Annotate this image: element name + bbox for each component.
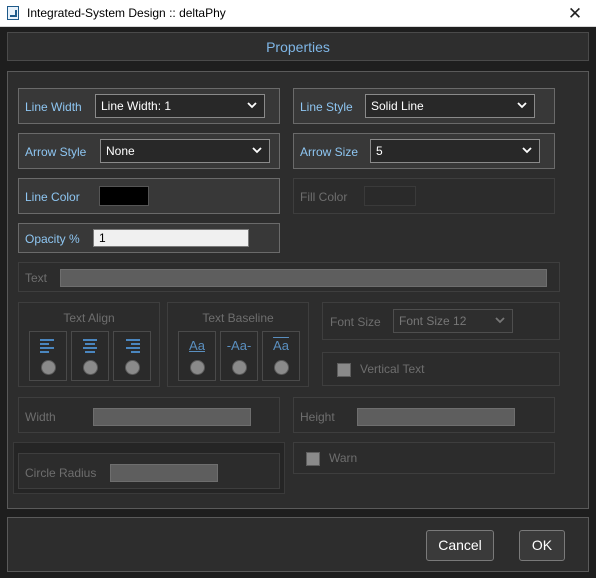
height-group: Height xyxy=(293,397,555,433)
properties-panel: Line Width Line Width: 1 Line Style Soli… xyxy=(7,71,589,509)
font-size-group: Font Size Font Size 12 xyxy=(322,302,560,340)
line-color-group: Line Color xyxy=(18,178,280,214)
height-input xyxy=(357,408,515,426)
arrow-size-group: Arrow Size 5 xyxy=(293,133,555,169)
text-input xyxy=(60,269,547,287)
page-title: Properties xyxy=(266,39,330,55)
text-baseline-group: Text Baseline Aa -Aa- Aa xyxy=(167,302,309,387)
baseline-middle-icon: -Aa- xyxy=(226,338,252,353)
width-input xyxy=(93,408,251,426)
fill-color-swatch xyxy=(364,186,416,206)
text-align-group: Text Align xyxy=(18,302,160,387)
font-size-label: Font Size xyxy=(330,315,381,329)
ok-button[interactable]: OK xyxy=(519,530,565,561)
cancel-button[interactable]: Cancel xyxy=(426,530,494,561)
align-center-radio xyxy=(83,360,98,375)
baseline-bottom-icon: Aa xyxy=(189,338,205,353)
circle-radius-outer: Circle Radius xyxy=(13,442,285,494)
window-title: Integrated-System Design :: deltaPhy xyxy=(27,6,226,20)
line-style-select[interactable]: Solid Line xyxy=(365,94,535,118)
app-icon xyxy=(7,6,19,20)
text-label: Text xyxy=(25,271,48,285)
baseline-middle-option: -Aa- xyxy=(220,331,258,381)
baseline-top-radio xyxy=(274,360,289,375)
align-left-icon xyxy=(40,339,54,353)
text-align-title: Text Align xyxy=(63,311,115,325)
arrow-size-label: Arrow Size xyxy=(300,145,359,159)
arrow-size-value: 5 xyxy=(376,144,383,158)
arrow-style-label: Arrow Style xyxy=(25,145,87,159)
align-left-option xyxy=(29,331,67,381)
arrow-style-value: None xyxy=(106,144,135,158)
close-icon[interactable]: ✕ xyxy=(554,0,596,27)
arrow-style-select[interactable]: None xyxy=(100,139,270,163)
line-style-value: Solid Line xyxy=(371,99,424,113)
circle-radius-label: Circle Radius xyxy=(25,466,97,480)
line-color-label: Line Color xyxy=(25,190,80,204)
warn-label: Warn xyxy=(329,451,358,465)
align-center-option xyxy=(71,331,109,381)
chevron-down-icon xyxy=(247,102,257,109)
vertical-text-label: Vertical Text xyxy=(360,362,425,376)
opacity-group: Opacity % 1 xyxy=(18,223,280,253)
circle-radius-group: Circle Radius xyxy=(18,453,280,489)
fill-color-label: Fill Color xyxy=(300,190,348,204)
chevron-down-icon xyxy=(517,102,527,109)
chevron-down-icon xyxy=(522,147,532,154)
fill-color-group: Fill Color xyxy=(293,178,555,214)
align-right-radio xyxy=(125,360,140,375)
line-style-label: Line Style xyxy=(300,100,353,114)
opacity-label: Opacity % xyxy=(25,232,80,246)
baseline-bottom-option: Aa xyxy=(178,331,216,381)
line-width-label: Line Width xyxy=(25,100,82,114)
dialog-footer: Cancel OK xyxy=(7,517,589,572)
height-label: Height xyxy=(300,410,335,424)
vertical-text-checkbox xyxy=(337,363,351,377)
arrow-size-select[interactable]: 5 xyxy=(370,139,540,163)
text-baseline-title: Text Baseline xyxy=(202,311,274,325)
chevron-down-icon xyxy=(252,147,262,154)
circle-radius-input xyxy=(110,464,218,482)
line-color-swatch[interactable] xyxy=(99,186,149,206)
arrow-style-group: Arrow Style None xyxy=(18,133,280,169)
align-left-radio xyxy=(41,360,56,375)
baseline-bottom-radio xyxy=(190,360,205,375)
warn-group: Warn xyxy=(293,442,555,474)
line-width-group: Line Width Line Width: 1 xyxy=(18,88,280,124)
width-label: Width xyxy=(25,410,56,424)
font-size-select: Font Size 12 xyxy=(393,309,513,333)
baseline-top-icon: Aa xyxy=(273,338,289,353)
opacity-input[interactable]: 1 xyxy=(93,229,249,247)
line-style-group: Line Style Solid Line xyxy=(293,88,555,124)
align-right-option xyxy=(113,331,151,381)
line-width-select[interactable]: Line Width: 1 xyxy=(95,94,265,118)
warn-checkbox xyxy=(306,452,320,466)
vertical-text-group: Vertical Text xyxy=(322,352,560,386)
properties-header: Properties xyxy=(7,32,589,61)
chevron-down-icon xyxy=(495,317,505,324)
width-group: Width xyxy=(18,397,280,433)
font-size-value: Font Size 12 xyxy=(399,314,467,328)
align-right-icon xyxy=(126,339,140,353)
window-titlebar: Integrated-System Design :: deltaPhy ✕ xyxy=(0,0,596,27)
baseline-top-option: Aa xyxy=(262,331,300,381)
text-group: Text xyxy=(18,262,560,292)
line-width-value: Line Width: 1 xyxy=(101,99,172,113)
baseline-middle-radio xyxy=(232,360,247,375)
align-center-icon xyxy=(83,339,97,353)
